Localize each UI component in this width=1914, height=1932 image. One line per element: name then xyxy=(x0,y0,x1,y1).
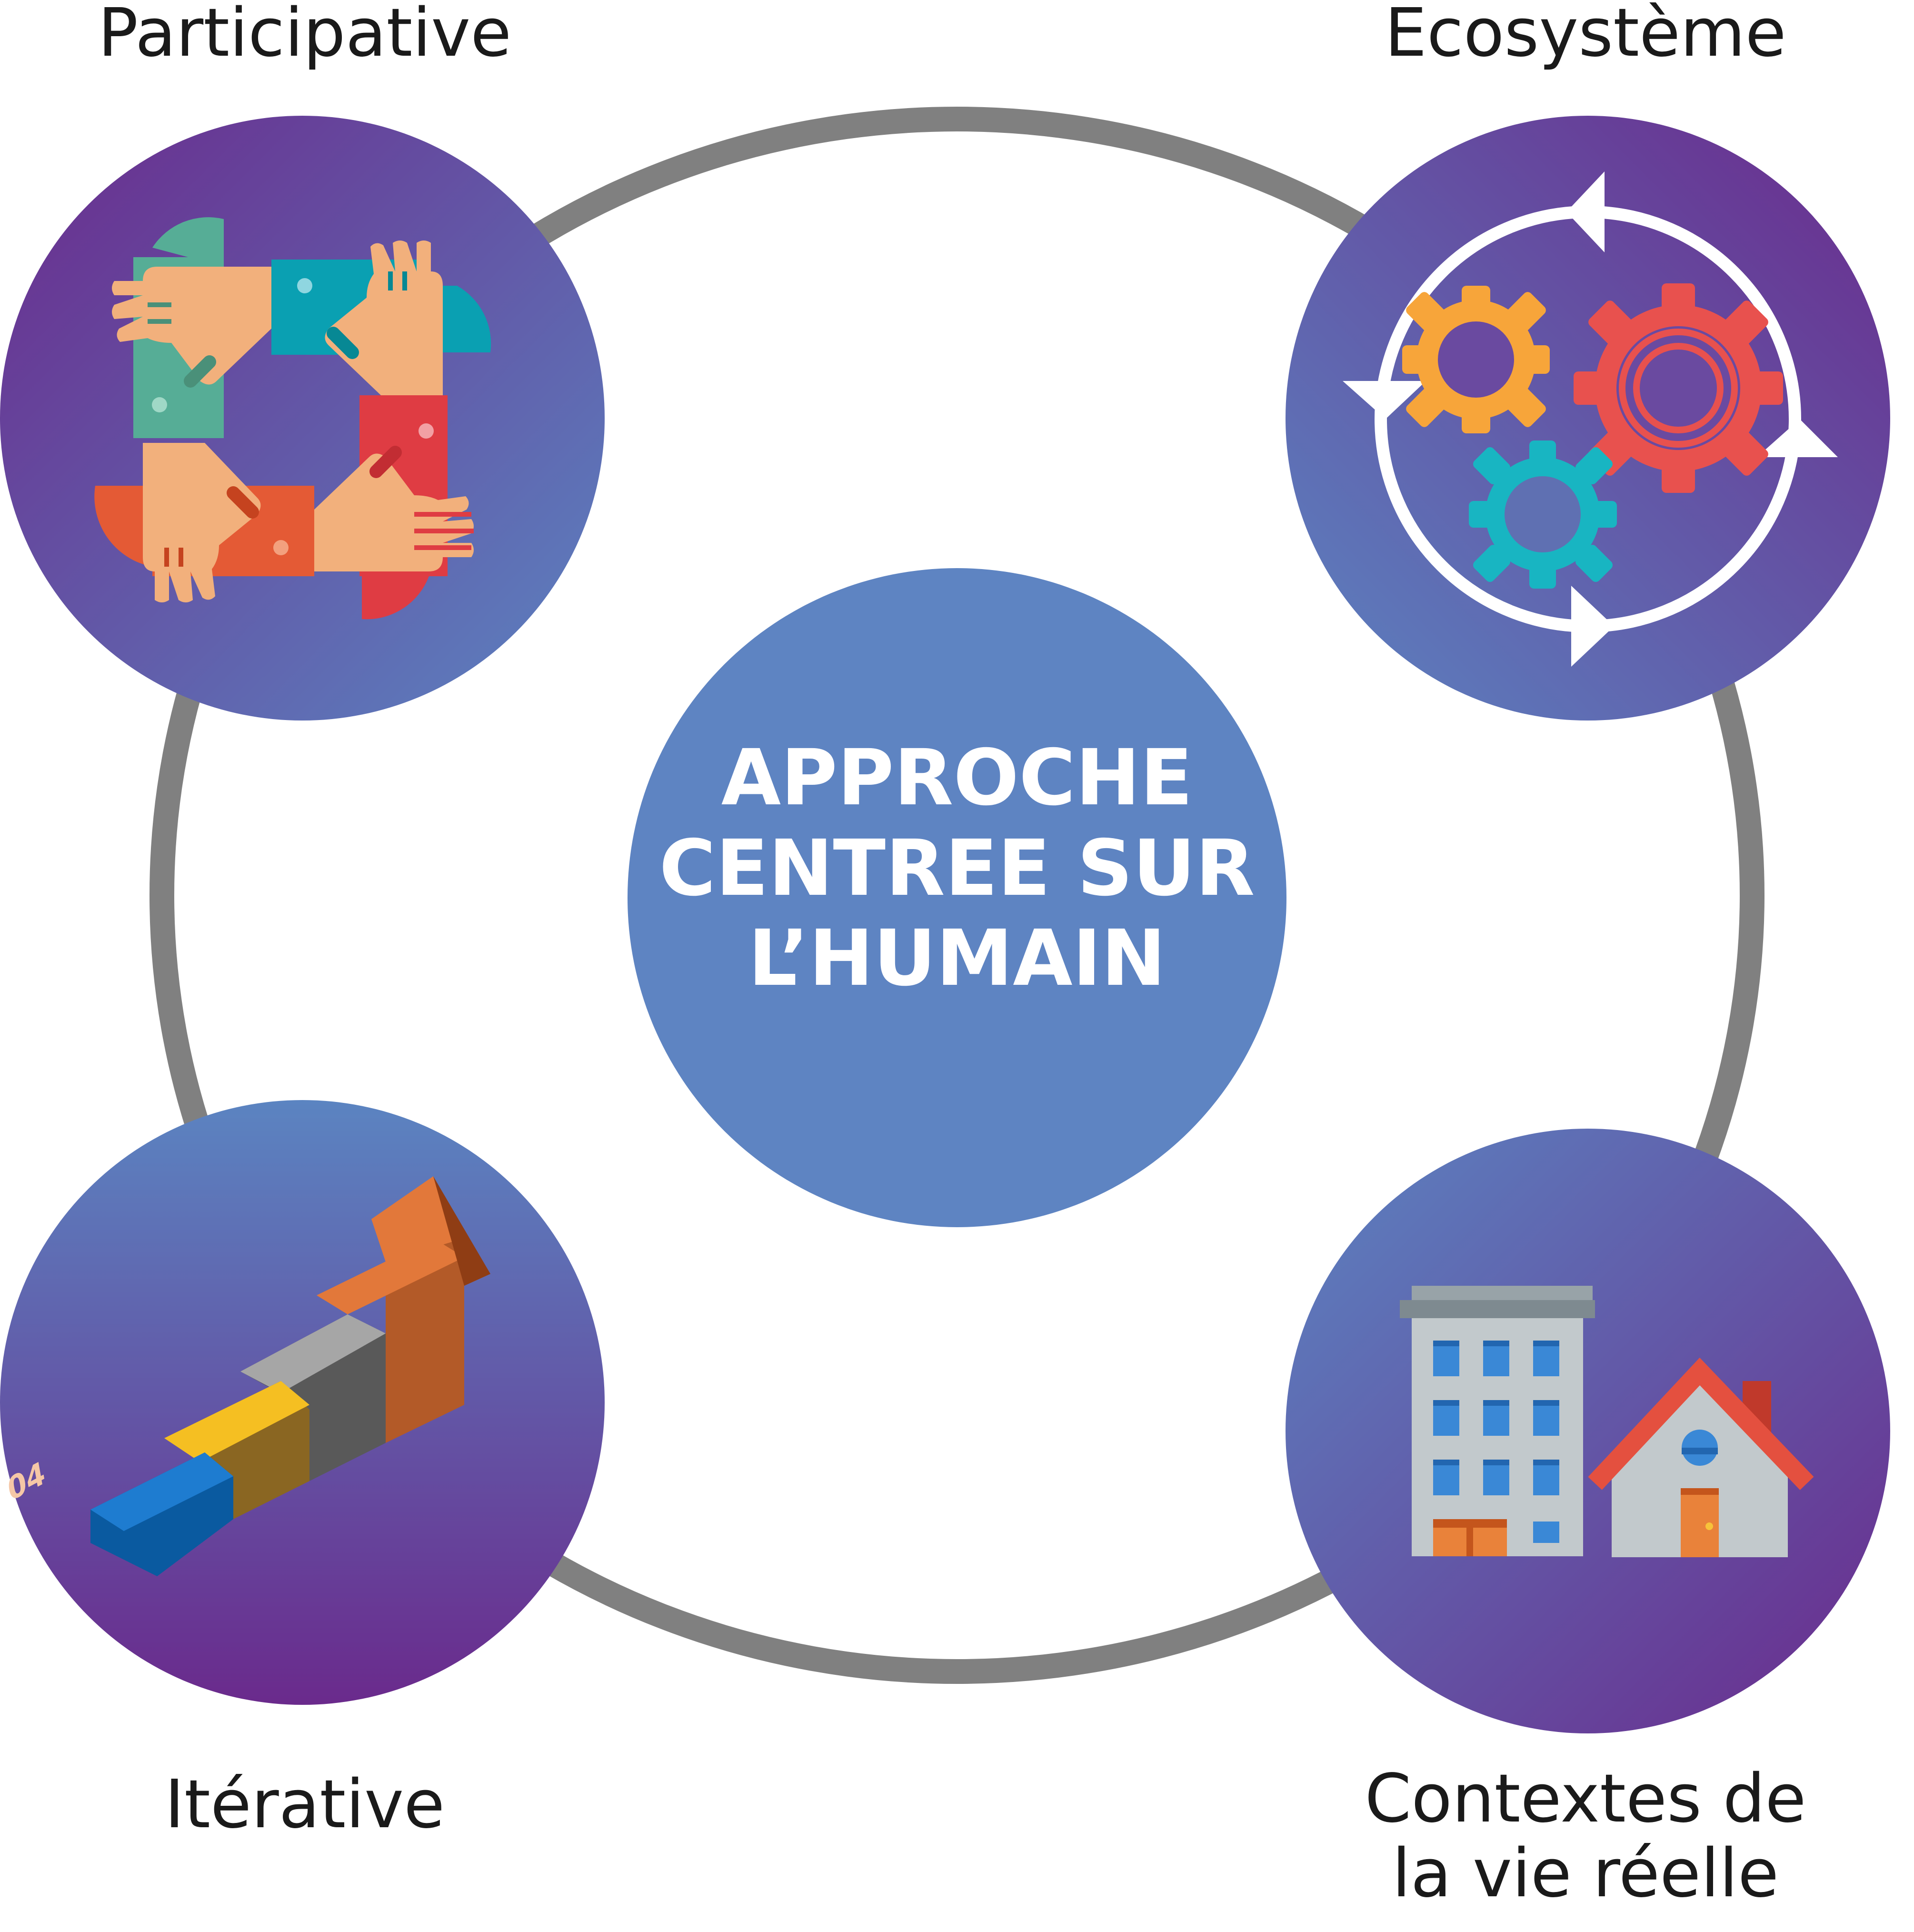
label-contextes-line2: la vie réelle xyxy=(1392,1834,1779,1912)
diagram: 01 02 03 04 xyxy=(0,0,1914,1930)
center-title-line3: L’HUMAIN xyxy=(748,914,1166,1004)
center-title: APPROCHE CENTREE SUR L’HUMAIN xyxy=(628,733,1286,1004)
center-title-line2: CENTREE SUR xyxy=(659,823,1255,913)
label-participative: Participative xyxy=(98,0,512,72)
bubble-ecosysteme xyxy=(1286,116,1890,721)
bubble-iterative: 01 02 03 04 xyxy=(0,1100,605,1705)
bubble-participative xyxy=(0,116,605,721)
label-contextes-line1: Contextes de xyxy=(1365,1760,1806,1838)
center-title-line1: APPROCHE xyxy=(721,733,1193,823)
label-iterative: Itérative xyxy=(164,1766,445,1843)
label-contextes: Contextes de la vie réelle xyxy=(1343,1762,1828,1912)
label-ecosysteme: Ecosystème xyxy=(1385,0,1786,72)
bubble-contextes xyxy=(1286,1129,1890,1733)
